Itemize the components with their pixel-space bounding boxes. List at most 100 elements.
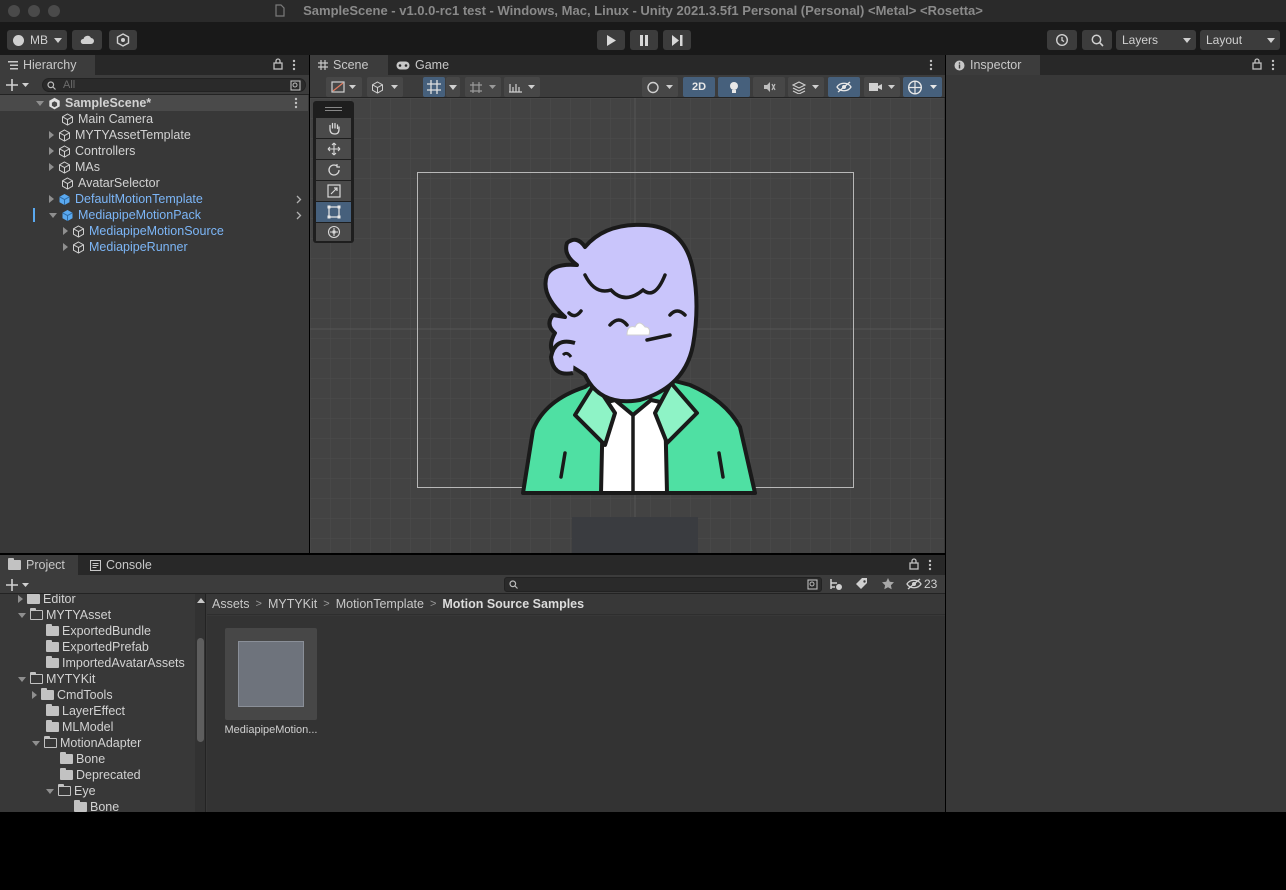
hierarchy-item-prefab-child[interactable]: MediapipeMotionSource	[0, 223, 308, 239]
tree-scrollbar[interactable]	[195, 594, 205, 812]
kebab-menu-icon[interactable]	[929, 59, 933, 71]
pivot-dropdown[interactable]	[642, 77, 678, 97]
tree-folder[interactable]: MLModel	[46, 719, 113, 735]
hierarchy-item[interactable]: AvatarSelector	[0, 175, 308, 191]
ruler-dropdown[interactable]	[504, 77, 540, 97]
kebab-menu-icon[interactable]	[928, 559, 932, 571]
effects-dropdown[interactable]	[788, 77, 824, 97]
tab-game[interactable]: Game	[388, 55, 460, 75]
project-search-input[interactable]	[504, 577, 822, 592]
hidden-packages-toggle[interactable]: 23	[906, 577, 937, 591]
render-mode-dropdown[interactable]	[367, 77, 403, 97]
hierarchy-item-prefab[interactable]: MediapipeMotionPack	[0, 207, 308, 223]
hierarchy-item[interactable]: MAs	[0, 159, 308, 175]
tree-folder[interactable]: Editor	[18, 594, 76, 607]
search-button[interactable]	[1082, 30, 1112, 50]
audio-button[interactable]	[753, 77, 785, 97]
gizmos-dropdown[interactable]	[903, 77, 942, 97]
undo-history-button[interactable]	[1047, 30, 1077, 50]
tab-project[interactable]: Project	[0, 555, 78, 575]
hierarchy-search-input[interactable]: All	[42, 78, 306, 92]
tree-folder[interactable]: MYTYKit	[18, 671, 95, 687]
foldout-closed-icon[interactable]	[49, 131, 54, 139]
hand-tool-button[interactable]	[316, 118, 351, 138]
rect-tool-button[interactable]	[316, 202, 351, 222]
hierarchy-item-prefab[interactable]: DefaultMotionTemplate	[0, 191, 308, 207]
layers-dropdown[interactable]: Layers	[1116, 30, 1196, 50]
character-sprite[interactable]	[515, 215, 765, 500]
foldout-closed-icon[interactable]	[49, 195, 54, 203]
collab-button[interactable]	[109, 30, 137, 50]
favorites-button[interactable]	[881, 577, 895, 591]
play-button[interactable]	[597, 30, 625, 50]
transform-tool-button[interactable]	[316, 223, 351, 241]
tab-scene[interactable]: Scene	[310, 55, 388, 75]
layout-dropdown[interactable]: Layout	[1200, 30, 1280, 50]
pause-button[interactable]	[630, 30, 658, 50]
account-dropdown[interactable]: MB	[7, 30, 67, 50]
add-object-button[interactable]	[6, 78, 30, 92]
chevron-right-icon[interactable]	[296, 211, 302, 220]
asset-thumbnail[interactable]	[225, 628, 317, 720]
increment-snap-dropdown[interactable]	[465, 77, 501, 97]
grid-snap-dropdown[interactable]	[446, 77, 460, 97]
tree-folder[interactable]: Deprecated	[60, 767, 141, 783]
foldout-open-icon[interactable]	[36, 100, 44, 106]
mode-2d-button[interactable]: 2D	[683, 77, 715, 97]
step-button[interactable]	[663, 30, 691, 50]
lighting-button[interactable]	[718, 77, 750, 97]
breadcrumb-item[interactable]: MYTYKit	[268, 597, 317, 611]
hierarchy-item[interactable]: Main Camera	[0, 111, 308, 127]
scene-camera-dropdown[interactable]	[864, 77, 900, 97]
scroll-up-icon[interactable]	[197, 598, 205, 603]
grid-snap-button[interactable]	[423, 77, 445, 97]
kebab-menu-icon[interactable]	[1271, 59, 1275, 71]
scale-tool-button[interactable]	[316, 181, 351, 201]
window-title-bar: SampleScene - v1.0.0-rc1 test - Windows,…	[0, 0, 1286, 22]
hierarchy-item-prefab-child[interactable]: MediapipeRunner	[0, 239, 308, 255]
filter-by-type-button[interactable]	[829, 577, 843, 591]
tree-folder[interactable]: CmdTools	[32, 687, 113, 703]
tree-folder[interactable]: MotionAdapter	[32, 735, 141, 751]
tree-folder[interactable]: LayerEffect	[46, 703, 125, 719]
foldout-closed-icon[interactable]	[49, 147, 54, 155]
tab-hierarchy[interactable]: Hierarchy	[0, 55, 95, 75]
tree-folder[interactable]: ExportedBundle	[46, 623, 151, 639]
hierarchy-item[interactable]: Controllers	[0, 143, 308, 159]
tree-folder[interactable]: MYTYAsset	[18, 607, 111, 623]
breadcrumb-item[interactable]: MotionTemplate	[336, 597, 424, 611]
rotate-tool-button[interactable]	[316, 160, 351, 180]
tree-folder[interactable]: ExportedPrefab	[46, 639, 149, 655]
foldout-open-icon[interactable]	[49, 212, 57, 218]
tree-folder[interactable]: Eye	[46, 783, 96, 799]
drag-handle[interactable]	[325, 107, 342, 108]
foldout-closed-icon[interactable]	[49, 163, 54, 171]
tree-folder[interactable]: Bone	[60, 751, 105, 767]
move-tool-button[interactable]	[316, 139, 351, 159]
lock-icon[interactable]	[909, 558, 919, 570]
foldout-closed-icon[interactable]	[63, 227, 68, 235]
kebab-menu-icon[interactable]	[292, 59, 296, 71]
scene-visibility-button[interactable]	[828, 77, 860, 97]
tree-folder[interactable]: ImportedAvatarAssets	[46, 655, 185, 671]
tab-inspector[interactable]: Inspector	[946, 55, 1040, 75]
tree-folder[interactable]: Bone	[74, 799, 119, 812]
hierarchy-item[interactable]: MYTYAssetTemplate	[0, 127, 308, 143]
scrollbar-thumb[interactable]	[197, 638, 204, 742]
foldout-closed-icon[interactable]	[63, 243, 68, 251]
lock-icon[interactable]	[273, 58, 283, 70]
filter-by-label-button[interactable]	[855, 577, 869, 591]
draw-mode-dropdown[interactable]	[326, 77, 362, 97]
cloud-button[interactable]	[72, 30, 102, 50]
tab-console[interactable]: Console	[82, 555, 162, 575]
asset-name[interactable]: MediapipeMotion...	[217, 724, 325, 736]
hierarchy-scene-row[interactable]: SampleScene*	[0, 95, 308, 111]
kebab-menu-icon[interactable]	[294, 97, 298, 109]
search-icon	[509, 580, 518, 589]
chevron-right-icon[interactable]	[296, 195, 302, 204]
create-asset-button[interactable]	[6, 578, 30, 592]
project-folder-tree[interactable]: Editor MYTYAsset ExportedBundle Exported…	[0, 594, 206, 812]
breadcrumb-item[interactable]: Assets	[212, 597, 250, 611]
lock-icon[interactable]	[1252, 58, 1262, 70]
breadcrumb-current[interactable]: Motion Source Samples	[442, 597, 584, 611]
